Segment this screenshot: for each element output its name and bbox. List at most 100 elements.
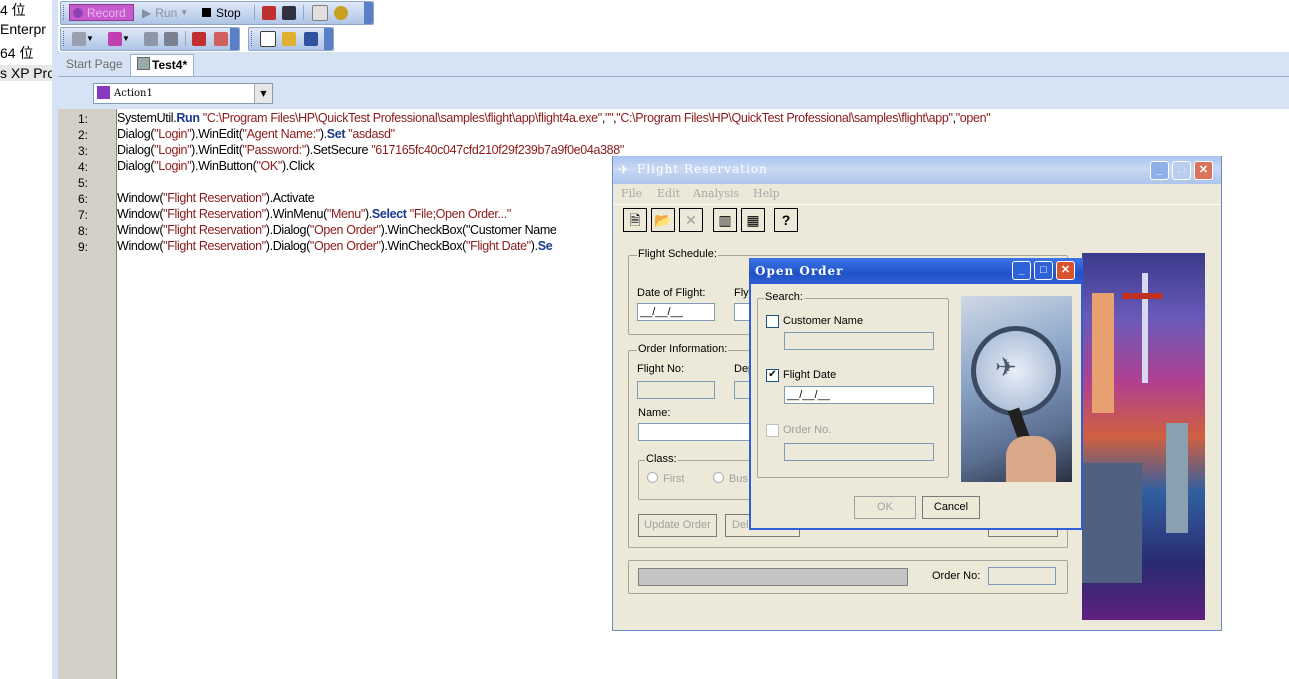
code-string: "open" <box>955 111 991 125</box>
run-label: Run <box>155 5 178 20</box>
code-text: "C:\Program Files\HP\QuickTest Professio… <box>200 111 991 125</box>
name-input[interactable] <box>638 423 750 441</box>
record-button[interactable]: Record <box>69 4 134 21</box>
maximize-button[interactable]: □ <box>1172 161 1191 180</box>
pointer-button[interactable] <box>279 4 299 21</box>
repository-icon <box>304 31 318 46</box>
new-order-button[interactable]: 🗎 <box>623 208 647 232</box>
class-first-radio[interactable] <box>647 472 658 483</box>
delete-order-button[interactable]: ✕ <box>679 208 703 232</box>
toolbar-grip[interactable] <box>251 31 254 46</box>
flight-schedule-label: Flight Schedule: <box>637 248 718 260</box>
cancel-button[interactable]: Cancel <box>922 496 980 519</box>
line-number-gutter: 1: 2: 3: 4: 5: 6: 7: 8: 9: <box>58 109 117 679</box>
checkpoint-button[interactable]: ▼ <box>69 30 97 47</box>
toolbar-overflow-chevron[interactable] <box>230 28 239 50</box>
toolbar-grip[interactable] <box>63 5 66 20</box>
keyword-view-button[interactable] <box>257 30 279 47</box>
toolbar-grip[interactable] <box>63 31 66 46</box>
start-transaction-button[interactable] <box>189 30 209 47</box>
folder-icon: 📂 <box>654 212 672 228</box>
help-button[interactable]: ? <box>774 208 798 232</box>
reports-button[interactable]: ▦ <box>741 208 765 232</box>
stop-button[interactable]: Stop <box>199 4 249 21</box>
line-number: 8: <box>78 224 89 238</box>
code-text: Window("Flight Reservation").WinMenu("Me… <box>117 207 372 221</box>
minimize-button[interactable]: _ <box>1012 261 1031 280</box>
chevron-down-icon[interactable]: ▼ <box>254 84 272 103</box>
code-line[interactable]: Window("Flight Reservation").Dialog("Ope… <box>117 223 557 237</box>
menu-help[interactable]: Help <box>753 187 780 200</box>
code-text: ).WinEdit( <box>191 127 243 141</box>
graphs-button[interactable]: ▥ <box>713 208 737 232</box>
left-panel-item[interactable]: 4 位 <box>0 0 26 20</box>
code-line[interactable]: Window("Flight Reservation").WinMenu("Me… <box>117 207 511 221</box>
output-button[interactable]: ▼ <box>105 30 133 47</box>
debug-button[interactable] <box>259 4 279 21</box>
name-label: Name: <box>638 407 671 419</box>
menu-file[interactable]: File <box>621 187 642 200</box>
close-button[interactable]: ✕ <box>1056 261 1075 280</box>
hand-shape <box>1006 436 1056 482</box>
search-label: Search: <box>764 291 804 303</box>
action-select[interactable]: Action1 ▼ <box>93 83 273 104</box>
flight-date-label: Flight Date <box>783 369 837 381</box>
end-transaction-button[interactable] <box>211 30 231 47</box>
fly-from-select[interactable] <box>734 303 750 321</box>
step-button[interactable] <box>141 30 161 47</box>
code-text: ).Dialog( <box>265 223 310 237</box>
open-order-button[interactable]: 📂 <box>651 208 675 232</box>
class-business-radio[interactable] <box>713 472 724 483</box>
tab-start-page[interactable]: Start Page <box>60 54 129 74</box>
code-keyword: Set <box>326 127 346 141</box>
code-line[interactable]: Dialog("Login").WinEdit("Agent Name:").S… <box>117 127 395 141</box>
transaction-start-icon <box>192 31 206 46</box>
code-line[interactable]: Window("Flight Reservation").Activate <box>117 191 315 205</box>
open-order-titlebar[interactable]: Open Order _ □ ✕ <box>749 258 1083 284</box>
minimize-button[interactable]: _ <box>1150 161 1169 180</box>
code-string: "Login" <box>154 159 192 173</box>
departure-field <box>734 381 750 399</box>
flight-window-titlebar[interactable]: ✈ Flight Reservation _ □ ✕ <box>613 156 1221 184</box>
customer-name-label: Customer Name <box>783 315 864 327</box>
menu-analysis[interactable]: Analysis <box>693 187 739 200</box>
order-no-checkbox[interactable] <box>766 424 779 437</box>
code-text: ).Activate <box>265 191 315 205</box>
code-text: Window("Flight Reservation").Dialog("Ope… <box>117 239 538 253</box>
open-order-title: Open Order <box>755 264 844 278</box>
code-string: "File;Open Order..." <box>409 207 512 221</box>
close-button[interactable]: ✕ <box>1194 161 1213 180</box>
new-document-icon: 🗎 <box>629 212 641 228</box>
open-order-dialog: Open Order _ □ ✕ Search: Customer Name ✔… <box>749 258 1083 530</box>
ok-button[interactable]: OK <box>854 496 916 519</box>
code-line[interactable]: Window("Flight Reservation").Dialog("Ope… <box>117 239 553 253</box>
code-line[interactable]: Dialog("Login").WinEdit("Password:").Set… <box>117 143 624 157</box>
customer-name-checkbox[interactable] <box>766 315 779 328</box>
left-panel-item-selected[interactable]: s XP Pro <box>0 65 52 81</box>
code-line[interactable]: SystemUtil.Run "C:\Program Files\HP\Quic… <box>117 111 991 125</box>
object-repository-button[interactable] <box>301 30 321 47</box>
flight-date-checkbox[interactable]: ✔ <box>766 369 779 382</box>
stop-label: Stop <box>216 5 241 20</box>
left-panel-item[interactable]: Enterpr <box>0 21 46 37</box>
flight-date-input[interactable]: __/__/__ <box>784 386 934 404</box>
results-button[interactable] <box>309 4 331 21</box>
edit-icon <box>282 31 296 46</box>
stop-icon <box>202 8 211 17</box>
code-text: ). <box>319 127 327 141</box>
run-button[interactable]: ▶ Run ▼ <box>139 4 193 21</box>
toolbar-overflow-chevron[interactable] <box>324 28 333 50</box>
code-line[interactable]: Dialog("Login").WinButton("OK").Click <box>117 159 315 173</box>
code-text: Window("Flight Reservation").Activate <box>117 191 315 205</box>
update-order-button[interactable]: Update Order <box>638 514 717 537</box>
function-button[interactable] <box>161 30 181 47</box>
maximize-button[interactable]: □ <box>1034 261 1053 280</box>
date-of-flight-input[interactable]: __/__/__ <box>637 303 715 321</box>
tab-test4[interactable]: Test4* <box>130 54 195 76</box>
expert-view-button[interactable] <box>279 30 299 47</box>
order-no-label: Order No: <box>932 570 981 582</box>
options-button[interactable] <box>331 4 351 21</box>
toolbar-overflow-chevron[interactable] <box>364 2 373 24</box>
left-panel-item[interactable]: 64 位 <box>0 43 33 63</box>
menu-edit[interactable]: Edit <box>657 187 680 200</box>
